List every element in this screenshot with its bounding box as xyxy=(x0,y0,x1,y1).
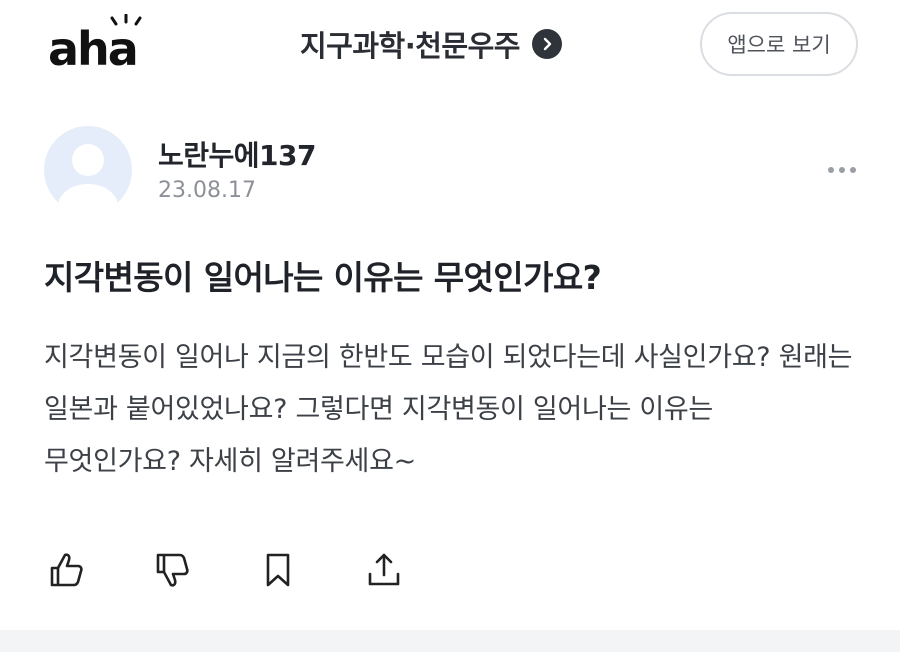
like-button[interactable] xyxy=(44,548,88,592)
logo-sparks-icon xyxy=(110,14,142,26)
more-options-button[interactable] xyxy=(822,158,862,182)
avatar[interactable] xyxy=(44,126,132,214)
aha-logo[interactable]: aha xyxy=(48,14,158,74)
section-divider xyxy=(0,630,900,652)
category-selector[interactable]: 지구과학·천문우주 xyxy=(300,22,562,66)
default-avatar-icon xyxy=(58,144,118,214)
share-button[interactable] xyxy=(362,548,406,592)
question-body: 지각변동이 일어나 지금의 한반도 모습이 되었다는데 사실인가요? 원래는 일… xyxy=(44,342,853,477)
question-page: aha 지구과학·천문우주 앱으로 보기 노란누에137 23.08.17 지각… xyxy=(0,0,900,652)
question-title: 지각변동이 일어나는 이유는 무엇인가요? xyxy=(44,258,602,297)
author-name[interactable]: 노란누에137 xyxy=(158,134,317,174)
action-bar xyxy=(44,546,468,594)
chevron-right-circle-icon xyxy=(531,29,562,59)
bookmark-icon xyxy=(266,553,290,587)
post-date: 23.08.17 xyxy=(158,178,256,203)
dislike-button[interactable] xyxy=(150,548,194,592)
more-dot xyxy=(839,167,845,173)
open-in-app-button[interactable]: 앱으로 보기 xyxy=(700,12,858,76)
category-label: 지구과학·천문우주 xyxy=(300,29,520,63)
more-dot xyxy=(850,167,856,173)
share-icon xyxy=(368,553,400,586)
bookmark-button[interactable] xyxy=(256,548,300,592)
thumbs-down-icon xyxy=(156,553,189,587)
thumbs-up-icon xyxy=(50,553,83,587)
more-horizontal-icon xyxy=(828,167,834,173)
top-header: aha 지구과학·천문우주 앱으로 보기 xyxy=(0,0,900,90)
